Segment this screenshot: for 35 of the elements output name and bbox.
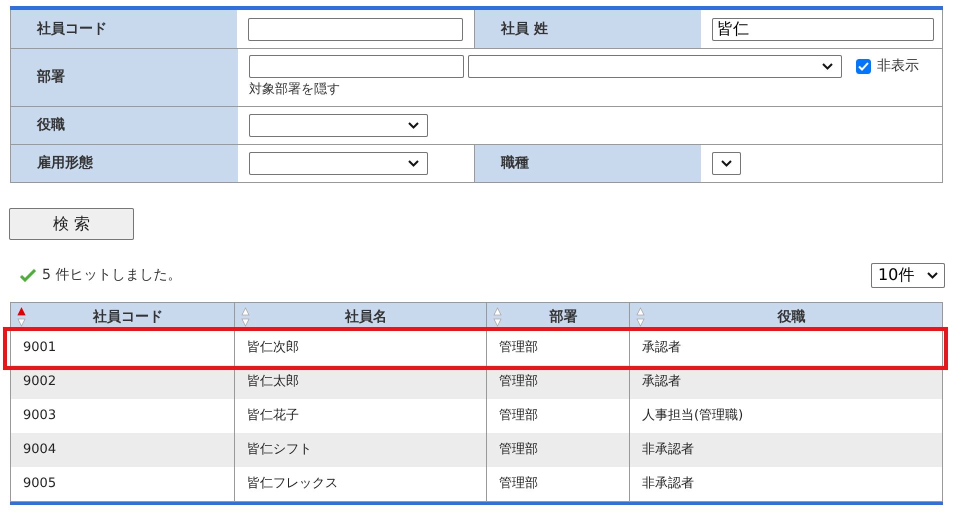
text-field[interactable] [248,18,463,40]
sort-arrows-icon[interactable] [636,307,645,327]
page-size-select[interactable]: 10件 [871,262,945,288]
form-label: 社員コード [11,10,237,48]
checkbox-label: 非表示 [877,57,919,76]
chevron-down-icon [408,160,419,167]
chevron-down-icon [721,160,732,167]
text-field[interactable] [249,55,464,78]
chevron-down-icon [822,63,833,70]
form-label: 雇用形態 [11,145,238,182]
checkmark-icon [20,268,36,282]
form-label: 役職 [11,107,238,144]
form-label: 部署 [11,49,238,106]
text-field[interactable]: 皆仁 [712,18,934,40]
select-field[interactable] [249,114,428,137]
checkbox[interactable] [856,59,871,74]
search-button[interactable]: 検 索 [9,208,134,240]
sort-arrows-icon[interactable] [241,307,250,327]
sort-arrows-icon[interactable] [17,307,26,327]
form-label: 職種 [475,145,701,182]
sort-arrows-icon[interactable] [493,307,502,327]
result-message: 5 件ヒットしました。 [42,266,182,284]
field-note: 対象部署を隠す [249,81,341,100]
table-cell-text: 9004 [22,441,58,460]
table-cell-text: 9001 [22,339,58,358]
chevron-down-icon [408,122,419,129]
chevron-down-icon [927,272,938,278]
form-label: 社員 姓 [475,10,701,48]
select-field[interactable] [468,55,842,78]
select-field[interactable] [712,152,741,175]
table-cell-text: 9005 [22,475,58,494]
table-cell-text: 9002 [22,373,58,392]
select-field[interactable] [249,152,428,175]
column-header[interactable]: 社員コード [11,303,234,331]
table-cell-text: 9003 [22,407,58,426]
